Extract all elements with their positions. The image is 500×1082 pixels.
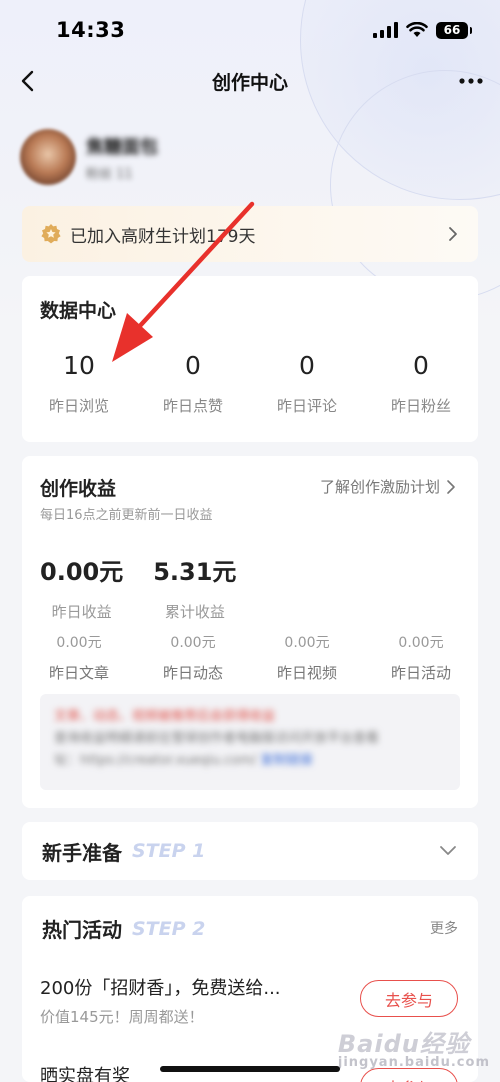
income-notice: 文章、动态、视频被推荐后会获得收益 查询收益明细请前往雪球创作者电脑版访问开放平… bbox=[40, 694, 460, 790]
step-tag: STEP 2 bbox=[132, 917, 206, 940]
chevron-right-icon bbox=[447, 479, 455, 494]
income-card: 创作收益 了解创作激励计划 每日16点之前更新前一日收益 0.00元 昨日收益 … bbox=[22, 456, 478, 808]
stat-comments[interactable]: 0 昨日评论 bbox=[250, 351, 364, 416]
activity-subtitle: 价值145元！周周都送！ bbox=[40, 1008, 204, 1026]
income-summary: 0.00元 昨日收益 5.31元 累计收益 bbox=[40, 552, 236, 622]
income-videos: 0.00元 昨日视频 bbox=[250, 632, 364, 683]
newbie-section[interactable]: 新手准备 STEP 1 bbox=[22, 822, 478, 880]
income-title: 创作收益 bbox=[40, 478, 117, 500]
incentive-plan-link[interactable]: 了解创作激励计划 bbox=[320, 476, 456, 497]
activity-title[interactable]: 晒实盘有奖 bbox=[40, 1062, 130, 1082]
stat-label: 昨日点赞 bbox=[162, 397, 223, 415]
income-value: 5.31元 bbox=[153, 558, 237, 586]
battery-icon: 66 bbox=[436, 21, 472, 39]
income-breakdown: 0.00元 昨日文章 0.00元 昨日动态 0.00元 昨日视频 0.00元 昨… bbox=[22, 632, 478, 683]
chevron-down-icon[interactable] bbox=[438, 841, 458, 861]
stat-followers[interactable]: 0 昨日粉丝 bbox=[364, 351, 478, 416]
breakdown-value: 0.00元 bbox=[56, 635, 102, 651]
breakdown-value: 0.00元 bbox=[398, 635, 444, 651]
income-update-note: 每日16点之前更新前一日收益 bbox=[40, 508, 213, 523]
notice-line: 址：https://creator.xueqiu.com/ 复制链接 bbox=[54, 750, 446, 772]
profile-followers: 粉丝 11 bbox=[86, 166, 133, 182]
profile-name: 焦糖面包 bbox=[86, 136, 158, 158]
incentive-plan-label: 了解创作激励计划 bbox=[319, 478, 440, 496]
avatar[interactable] bbox=[20, 129, 76, 185]
watermark-url: jingyan.baidu.com bbox=[337, 1055, 490, 1070]
nav-bar: 创作中心 bbox=[0, 58, 500, 104]
profile-header[interactable]: 焦糖面包 粉丝 11 bbox=[20, 127, 158, 187]
stat-value: 0 bbox=[413, 351, 429, 380]
page-title: 创作中心 bbox=[211, 71, 288, 94]
data-center-card[interactable]: 数据中心 10 昨日浏览 0 昨日点赞 0 昨日评论 0 昨日粉丝 bbox=[22, 276, 478, 442]
stat-label: 昨日浏览 bbox=[48, 397, 109, 415]
join-button[interactable]: 去参与 bbox=[360, 980, 458, 1017]
wifi-icon bbox=[406, 22, 428, 37]
status-time: 14:33 bbox=[56, 18, 126, 42]
activity-title[interactable]: 200份「招财香」，免费送给... bbox=[40, 974, 281, 1000]
income-activities: 0.00元 昨日活动 bbox=[364, 632, 478, 683]
plan-banner[interactable]: 已加入高财生计划179天 bbox=[22, 206, 478, 262]
income-posts: 0.00元 昨日动态 bbox=[136, 632, 250, 683]
stat-value: 0 bbox=[185, 351, 201, 380]
stat-value: 0 bbox=[299, 351, 315, 380]
notice-line: 查询收益明细请前往雪球创作者电脑版访问开放平台查看 bbox=[54, 731, 380, 746]
watermark: Baidu经验 jingyan.baidu.com bbox=[338, 1024, 490, 1070]
breakdown-value: 0.00元 bbox=[170, 635, 216, 651]
breakdown-label: 昨日活动 bbox=[390, 664, 451, 682]
profile-info: 焦糖面包 粉丝 11 bbox=[86, 133, 158, 182]
join-button[interactable]: 去参与 bbox=[360, 1068, 458, 1082]
stat-value: 10 bbox=[63, 351, 95, 380]
stat-likes[interactable]: 0 昨日点赞 bbox=[136, 351, 250, 416]
stat-label: 昨日粉丝 bbox=[390, 397, 451, 415]
stat-label: 昨日评论 bbox=[276, 397, 337, 415]
breakdown-label: 昨日动态 bbox=[162, 664, 223, 682]
more-icon[interactable] bbox=[456, 68, 486, 94]
medal-icon bbox=[41, 224, 61, 244]
status-icons: 66 bbox=[373, 21, 472, 39]
data-stats: 10 昨日浏览 0 昨日点赞 0 昨日评论 0 昨日粉丝 bbox=[22, 351, 478, 416]
notice-line: 文章、动态、视频被推荐后会获得收益 bbox=[54, 709, 276, 724]
newbie-title: 新手准备 bbox=[42, 840, 122, 865]
income-total: 5.31元 累计收益 bbox=[153, 552, 236, 622]
battery-level: 66 bbox=[443, 23, 461, 37]
activities-header: 热门活动 STEP 2 bbox=[42, 914, 205, 943]
notice-url: 址：https://creator.xueqiu.com/ bbox=[54, 753, 257, 768]
data-center-title: 数据中心 bbox=[40, 300, 117, 322]
watermark-brand: Baidu经验 bbox=[337, 1030, 470, 1058]
plan-text: 已加入高财生计划179天 bbox=[70, 226, 256, 247]
income-yesterday: 0.00元 昨日收益 bbox=[40, 552, 123, 622]
step-tag: STEP 1 bbox=[132, 840, 206, 862]
income-articles: 0.00元 昨日文章 bbox=[22, 632, 136, 683]
stat-views[interactable]: 10 昨日浏览 bbox=[22, 351, 136, 416]
status-bar: 14:33 66 bbox=[0, 0, 500, 60]
back-icon[interactable] bbox=[16, 66, 44, 96]
income-value: 0.00元 bbox=[40, 558, 124, 586]
breakdown-label: 昨日视频 bbox=[276, 664, 337, 682]
home-indicator bbox=[160, 1066, 340, 1072]
activities-title: 热门活动 bbox=[42, 918, 122, 942]
income-label: 昨日收益 bbox=[51, 603, 112, 621]
signal-icon bbox=[373, 22, 398, 38]
more-link[interactable]: 更多 bbox=[430, 918, 458, 938]
breakdown-value: 0.00元 bbox=[284, 635, 330, 651]
breakdown-label: 昨日文章 bbox=[48, 664, 109, 682]
chevron-right-icon bbox=[449, 227, 457, 241]
copy-link[interactable]: 复制链接 bbox=[261, 753, 313, 768]
income-label: 累计收益 bbox=[164, 603, 225, 621]
